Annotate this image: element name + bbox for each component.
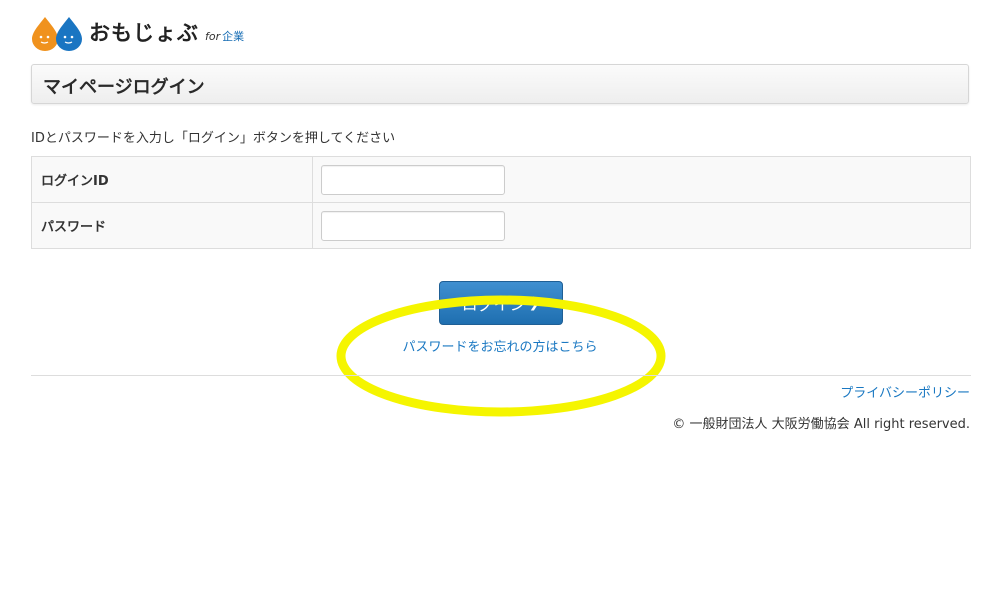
login-id-label: ログインID: [31, 156, 313, 203]
page-title-panel: マイページログイン: [31, 64, 969, 104]
login-button-label: ログイン: [461, 295, 526, 314]
logo-kigyo-text: 企業: [222, 30, 245, 43]
login-id-row: ログインID: [31, 156, 971, 203]
password-input[interactable]: [321, 210, 505, 241]
chevron-right-icon: ❯: [528, 295, 541, 311]
logo-for-text: for: [205, 29, 221, 43]
privacy-policy-link[interactable]: プライバシーポリシー: [840, 382, 970, 401]
logo-drops-icon: [31, 13, 83, 51]
site-logo[interactable]: おもじょぶ for 企業: [31, 13, 244, 51]
login-form-table: ログインID パスワード: [31, 156, 971, 249]
login-instructions: IDとパスワードを入力し「ログイン」ボタンを押してください: [31, 131, 396, 146]
login-id-cell: [312, 156, 971, 203]
footer-divider: [31, 375, 971, 376]
password-row: パスワード: [31, 202, 971, 249]
login-page: おもじょぶ for 企業 マイページログイン IDとパスワードを入力し「ログイン…: [0, 0, 1000, 600]
logo-name: おもじょぶ: [89, 21, 199, 45]
copyright-text: © 一般財団法人 大阪労働協会 All right reserved.: [672, 417, 970, 432]
password-cell: [312, 202, 971, 249]
forgot-password-link[interactable]: パスワードをお忘れの方はこちら: [402, 340, 597, 355]
forgot-password-link-container: パスワードをお忘れの方はこちら: [0, 336, 1000, 355]
login-button[interactable]: ログイン ❯: [439, 281, 563, 325]
login-id-input[interactable]: [321, 164, 505, 195]
page-title: マイページログイン: [43, 77, 205, 98]
password-label: パスワード: [31, 202, 313, 249]
